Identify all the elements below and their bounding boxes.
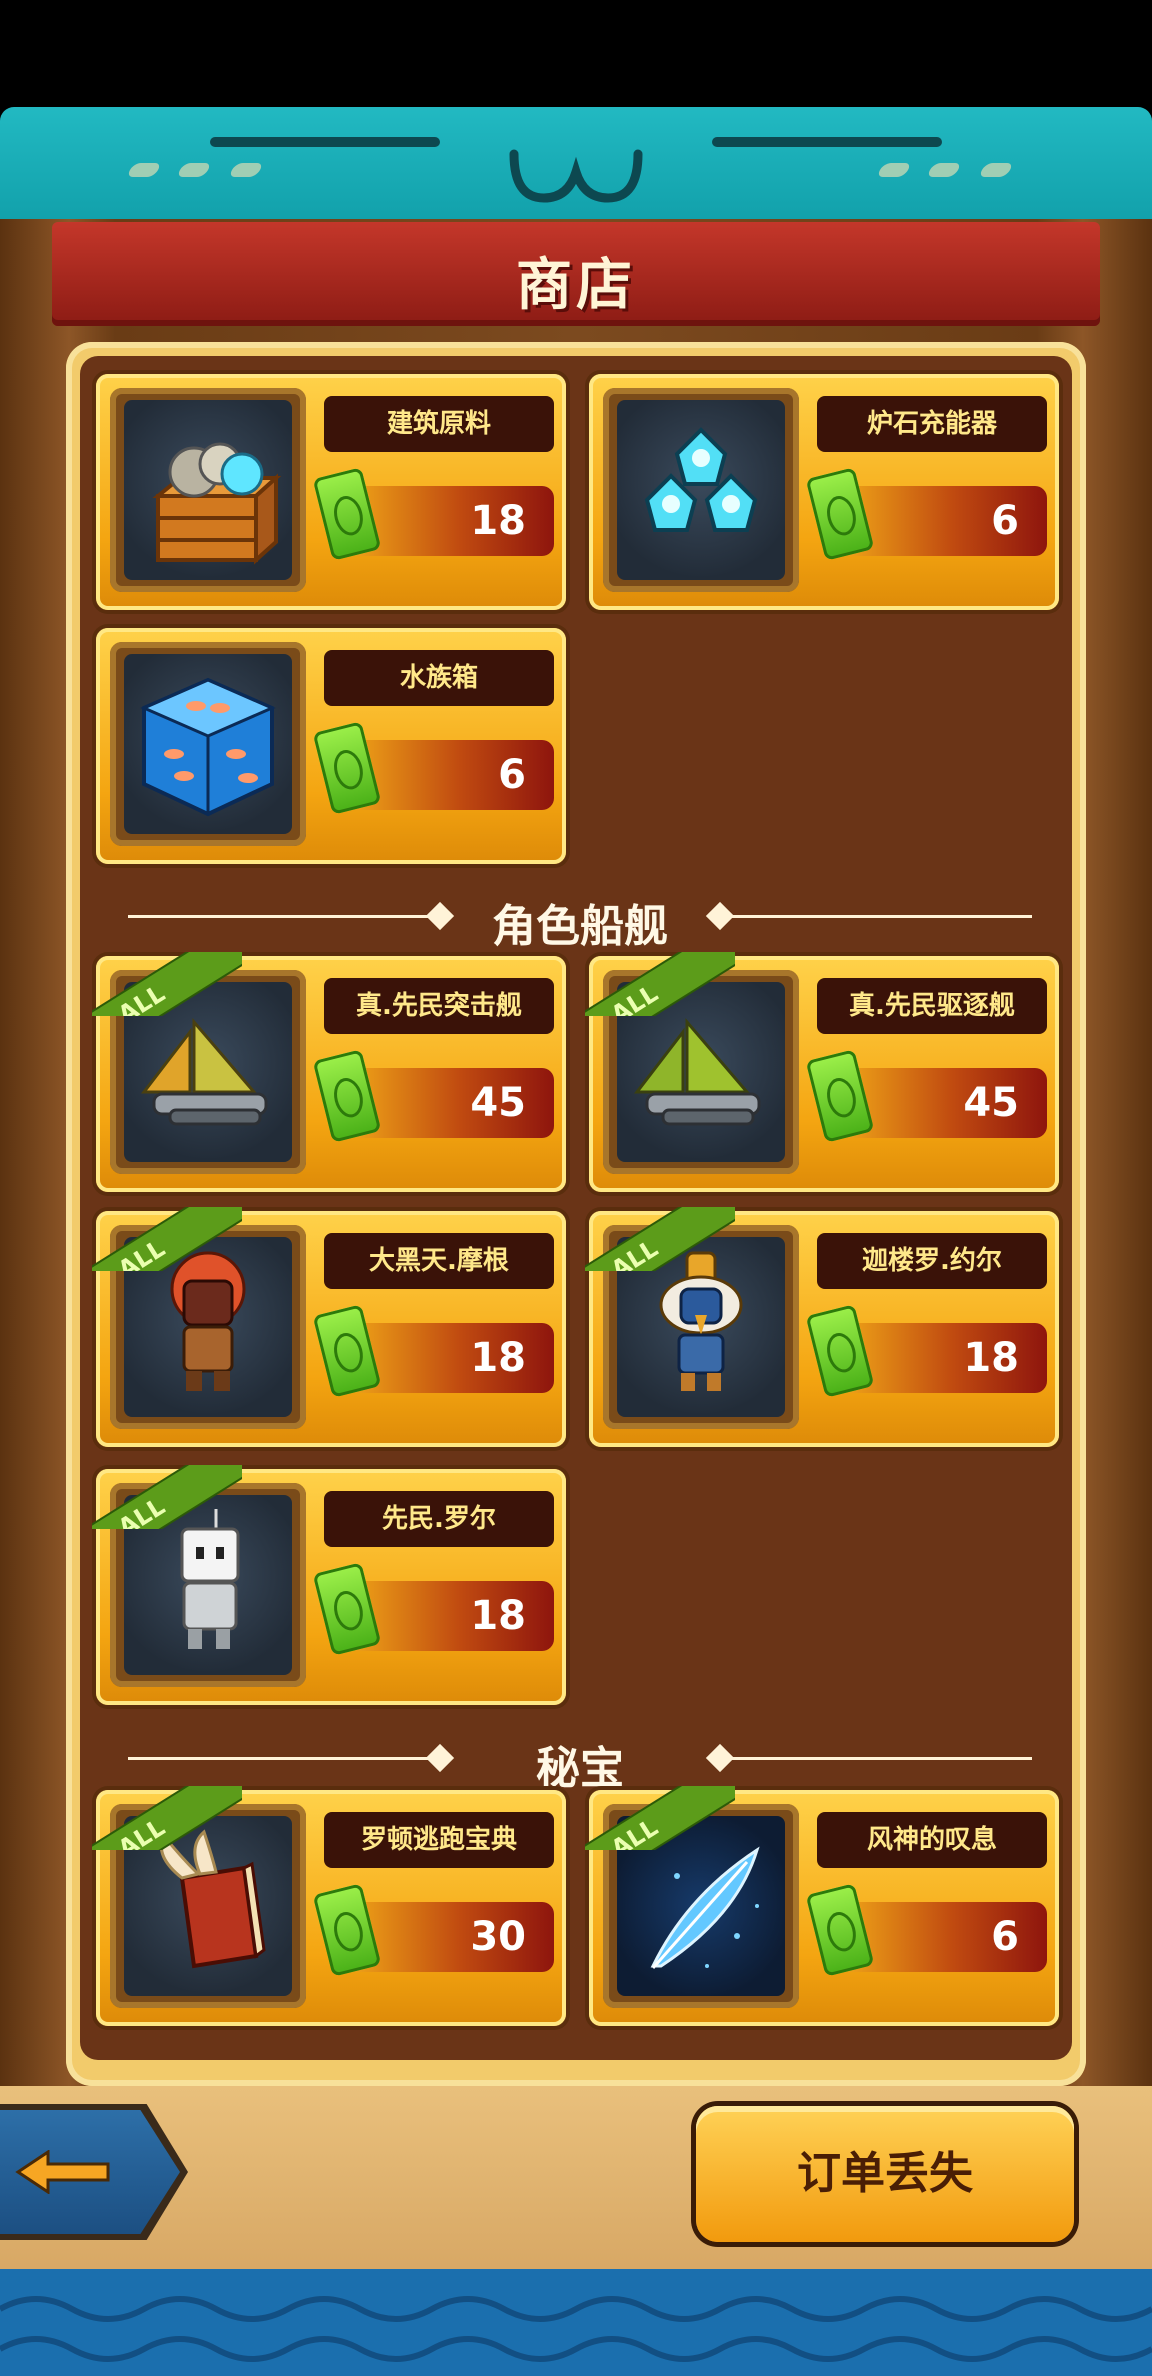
shop-item-card[interactable]: ALL 罗顿逃跑宝典 30 <box>92 1786 566 2026</box>
section-title: 秘宝 <box>536 1743 624 1794</box>
cash-icon <box>312 1883 382 1977</box>
section-title: 角色船舰 <box>492 901 668 952</box>
section-header-treasure: 秘宝 <box>128 1728 1032 1794</box>
cap-stroke <box>125 163 163 177</box>
item-name: 真.先民驱逐舰 <box>817 978 1047 1034</box>
title-banner: 商店 <box>52 222 1100 326</box>
page-title: 商店 <box>516 253 636 318</box>
all-badge: ALL <box>585 952 735 1016</box>
crate-with-stones-icon <box>152 442 282 565</box>
cap-stroke <box>875 163 913 177</box>
item-name: 先民.罗尔 <box>324 1491 554 1547</box>
shop-item-card[interactable]: ALL 先民.罗尔 18 <box>92 1465 566 1705</box>
water-waves <box>0 2269 1152 2376</box>
all-badge: ALL <box>585 1786 735 1850</box>
shop-item-card[interactable]: 建筑原料 18 <box>96 374 566 610</box>
item-thumb-frame <box>603 388 799 592</box>
cap-mouth-icon <box>509 149 643 203</box>
item-thumb-frame <box>110 642 306 846</box>
item-name: 炉石充能器 <box>817 396 1047 452</box>
all-badge: ALL <box>92 1465 242 1529</box>
cap-stroke <box>175 163 213 177</box>
cap-brow-left <box>210 137 440 147</box>
cap-brow-right <box>712 137 942 147</box>
cash-icon <box>312 1049 382 1143</box>
cash-icon <box>805 1049 875 1143</box>
order-lost-button[interactable]: 订单丢失 <box>696 2106 1074 2242</box>
all-badge: ALL <box>92 952 242 1016</box>
shop-item-card[interactable]: ALL 迦楼罗.约尔 18 <box>585 1207 1059 1447</box>
all-badge: ALL <box>92 1207 242 1271</box>
shop-item-card[interactable]: ALL 风神的叹息 6 <box>585 1786 1059 2026</box>
cash-icon <box>805 1883 875 1977</box>
cash-icon <box>805 467 875 561</box>
item-name: 建筑原料 <box>324 396 554 452</box>
shop-item-card[interactable]: ALL 大黑天.摩根 18 <box>92 1207 566 1447</box>
blue-crystals-icon <box>644 427 758 532</box>
shop-item-card[interactable]: 水族箱 6 <box>96 628 566 864</box>
cash-icon <box>312 467 382 561</box>
shop-item-card[interactable]: ALL 真.先民突击舰 45 <box>92 952 566 1192</box>
item-name: 风神的叹息 <box>817 1812 1047 1868</box>
cap-stroke <box>977 163 1015 177</box>
item-name: 真.先民突击舰 <box>324 978 554 1034</box>
section-header-ships: 角色船舰 <box>128 886 1032 952</box>
item-name: 水族箱 <box>324 650 554 706</box>
item-name: 罗顿逃跑宝典 <box>324 1812 554 1868</box>
item-name: 大黑天.摩根 <box>324 1233 554 1289</box>
cash-icon <box>312 1562 382 1656</box>
cash-icon <box>805 1304 875 1398</box>
all-badge: ALL <box>585 1207 735 1271</box>
aquarium-fish-cube-icon <box>140 677 276 817</box>
cash-icon <box>312 721 382 815</box>
shop-item-card[interactable]: ALL 真.先民驱逐舰 45 <box>585 952 1059 1192</box>
arrow-left-icon[interactable] <box>14 2150 114 2194</box>
all-badge: ALL <box>92 1786 242 1850</box>
shop-item-card[interactable]: 炉石充能器 6 <box>589 374 1059 610</box>
item-name: 迦楼罗.约尔 <box>817 1233 1047 1289</box>
cap-stroke <box>925 163 963 177</box>
cap-stroke <box>227 163 265 177</box>
item-thumb-frame <box>110 388 306 592</box>
cash-icon <box>312 1304 382 1398</box>
